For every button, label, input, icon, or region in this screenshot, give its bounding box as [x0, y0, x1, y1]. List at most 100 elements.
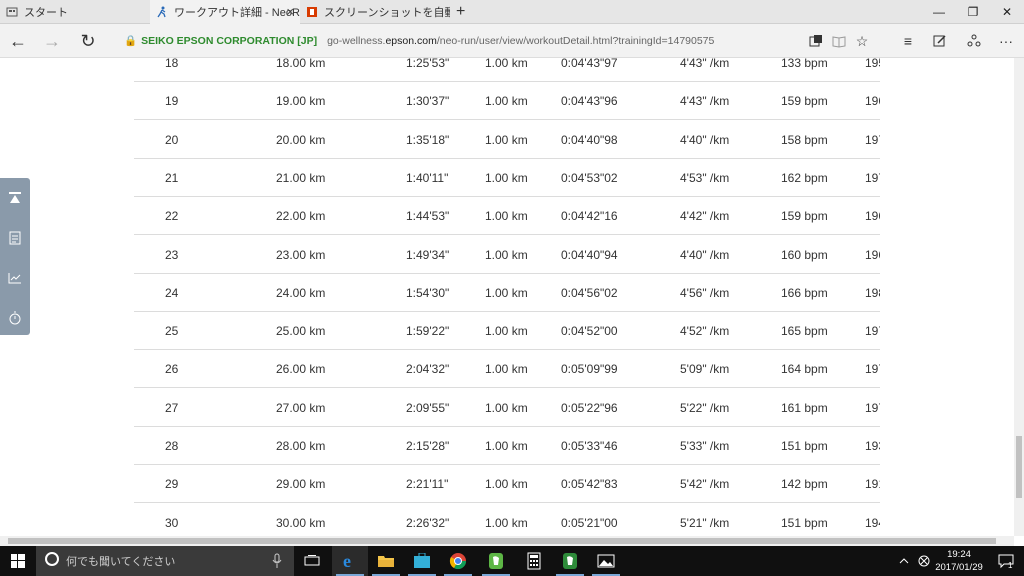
favorite-star-icon[interactable]: ☆ [852, 31, 872, 51]
scrollbar-thumb[interactable] [1016, 436, 1022, 498]
page-content: 18 18.00 km 1:25'53" 1.00 km 0:04'43"97 4'43"… [0, 58, 1014, 536]
lap-number-cell: 21 [165, 170, 179, 185]
task-view-icon[interactable] [294, 546, 330, 576]
photos-icon[interactable] [588, 546, 624, 576]
chevron-up-icon[interactable] [894, 546, 914, 576]
cortana-search-box[interactable]: 何でも聞いてください [36, 546, 294, 576]
file-explorer-icon[interactable] [368, 546, 404, 576]
calculator-icon[interactable] [516, 546, 552, 576]
pace-cell: 4'40" /km [680, 247, 730, 262]
pace-cell: 5'22" /km [680, 400, 730, 415]
action-center-icon[interactable]: 1 [988, 546, 1024, 576]
lap-number-cell: 18 [165, 58, 179, 70]
stopwatch-icon[interactable] [5, 308, 25, 328]
tab-workout-detail[interactable]: ワークアウト詳細 - NeoRu × [150, 0, 300, 24]
tab-start[interactable]: スタート [0, 0, 150, 24]
share-icon[interactable] [964, 31, 984, 51]
truncated-cell: 198 [865, 285, 880, 300]
lap-time-cell: 0:05'09"99 [561, 362, 618, 377]
network-status-icon[interactable] [914, 546, 934, 576]
url-prefix: go-wellness. [327, 35, 386, 47]
lap-number-cell: 22 [165, 209, 179, 224]
office-icon [306, 6, 318, 18]
truncated-cell: 196 [865, 247, 880, 262]
lap-time-cell: 0:04'42"16 [561, 209, 618, 224]
start-page-icon [6, 6, 18, 18]
elapsed-time-cell: 1:35'18" [406, 132, 450, 147]
table-row: 27 27.00 km 2:09'55" 1.00 km 0:05'22"96 5'22"… [134, 389, 880, 427]
system-clock[interactable]: 19:24 2017/01/29 [932, 548, 986, 574]
store-icon[interactable] [404, 546, 440, 576]
lap-time-cell: 0:05'22"96 [561, 400, 618, 415]
url-field[interactable]: 🔒 SEIKO EPSON CORPORATION [JP] go-wellness… [124, 34, 714, 47]
refresh-button[interactable]: ↻ [76, 30, 100, 52]
elapsed-time-cell: 1:25'53" [406, 58, 450, 70]
more-menu-icon[interactable]: ··· [996, 31, 1016, 51]
lap-time-cell: 0:04'40"98 [561, 132, 618, 147]
back-button[interactable]: ← [6, 30, 30, 52]
lap-distance-cell: 1.00 km [485, 170, 528, 185]
lap-number-cell: 28 [165, 439, 179, 453]
hub-icon[interactable]: ≡ [898, 31, 918, 51]
lap-time-cell: 0:04'56"02 [561, 285, 618, 300]
web-note-icon[interactable] [930, 31, 950, 51]
scroll-top-icon[interactable] [5, 188, 25, 208]
new-tab-button[interactable]: + [452, 0, 472, 24]
table-row: 24 24.00 km 1:54'30" 1.00 km 0:04'56"02 4'56"… [134, 274, 880, 312]
windows-start-button[interactable] [0, 546, 36, 576]
lap-time-cell: 0:05'42"83 [561, 477, 618, 492]
pace-cell: 4'43" /km [680, 94, 730, 109]
forward-button[interactable]: → [40, 30, 64, 52]
table-row: 26 26.00 km 2:04'32" 1.00 km 0:05'09"99 5'09"… [134, 350, 880, 389]
cortana-circle-icon [44, 551, 60, 572]
distance-cell: 20.00 km [276, 132, 326, 147]
minimize-button[interactable]: — [922, 0, 956, 24]
truncated-cell: 194 [865, 515, 880, 530]
elapsed-time-cell: 2:09'55" [406, 400, 450, 415]
evernote-icon[interactable] [478, 546, 514, 576]
plus-icon: + [456, 3, 466, 20]
truncated-cell: 197 [865, 132, 880, 147]
evernote-icon[interactable] [552, 546, 588, 576]
elapsed-time-cell: 1:40'11" [406, 170, 449, 185]
certificate-org: SEIKO EPSON CORPORATION [JP] [141, 35, 318, 47]
elapsed-time-cell: 1:54'30" [406, 285, 450, 300]
horizontal-scrollbar[interactable] [0, 536, 1014, 546]
distance-cell: 18.00 km [276, 58, 326, 70]
lap-distance-cell: 1.00 km [485, 132, 528, 147]
vertical-scrollbar[interactable] [1014, 58, 1024, 536]
distance-cell: 24.00 km [276, 285, 326, 300]
lap-number-cell: 27 [165, 400, 179, 415]
elapsed-time-cell: 2:15'28" [406, 439, 450, 453]
edge-icon[interactable]: e [332, 546, 368, 576]
heart-rate-cell: 159 bpm [781, 94, 828, 109]
heart-rate-cell: 133 bpm [781, 58, 828, 70]
lap-distance-cell: 1.00 km [485, 324, 528, 339]
chart-icon[interactable] [5, 268, 25, 288]
side-panel [0, 178, 30, 335]
document-icon[interactable] [5, 228, 25, 248]
heart-rate-cell: 166 bpm [781, 285, 828, 300]
heart-rate-cell: 159 bpm [781, 209, 828, 224]
scrollbar-thumb[interactable] [8, 538, 996, 544]
chrome-icon[interactable] [440, 546, 476, 576]
elapsed-time-cell: 1:49'34" [406, 247, 450, 262]
distance-cell: 29.00 km [276, 477, 326, 492]
close-window-button[interactable]: ✕ [990, 0, 1024, 24]
reading-view-icon[interactable] [829, 31, 849, 51]
distance-cell: 28.00 km [276, 439, 326, 453]
table-row: 21 21.00 km 1:40'11" 1.00 km 0:04'53"02 4'53"… [134, 159, 880, 197]
windows-logo-icon [11, 554, 25, 568]
microphone-icon[interactable] [272, 553, 282, 574]
maximize-button[interactable]: ❐ [956, 0, 990, 24]
lap-distance-cell: 1.00 km [485, 247, 528, 262]
close-tab-icon[interactable]: × [286, 4, 294, 19]
lap-distance-cell: 1.00 km [485, 515, 528, 530]
truncated-cell: 193 [865, 439, 880, 453]
tab-screenshot[interactable]: スクリーンショットを自動的に Or [300, 0, 450, 24]
table-row: 25 25.00 km 1:59'22" 1.00 km 0:04'52"00 4'52"… [134, 312, 880, 351]
table-row: 30 30.00 km 2:26'32" 1.00 km 0:05'21"00 5'21"… [134, 504, 880, 536]
lap-number-cell: 26 [165, 362, 179, 377]
url-host: epson.com [385, 35, 437, 47]
extension-icon[interactable] [806, 31, 826, 51]
